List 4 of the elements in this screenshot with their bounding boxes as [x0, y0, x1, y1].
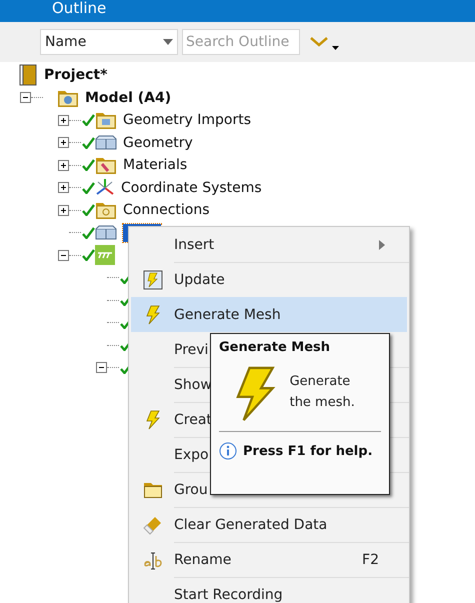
tooltip-title: Generate Mesh: [219, 340, 332, 355]
help-text: Press F1 for help.: [243, 444, 373, 458]
panel-title: Outline: [52, 1, 106, 16]
tooltip-text: Generate the mesh.: [290, 373, 356, 412]
